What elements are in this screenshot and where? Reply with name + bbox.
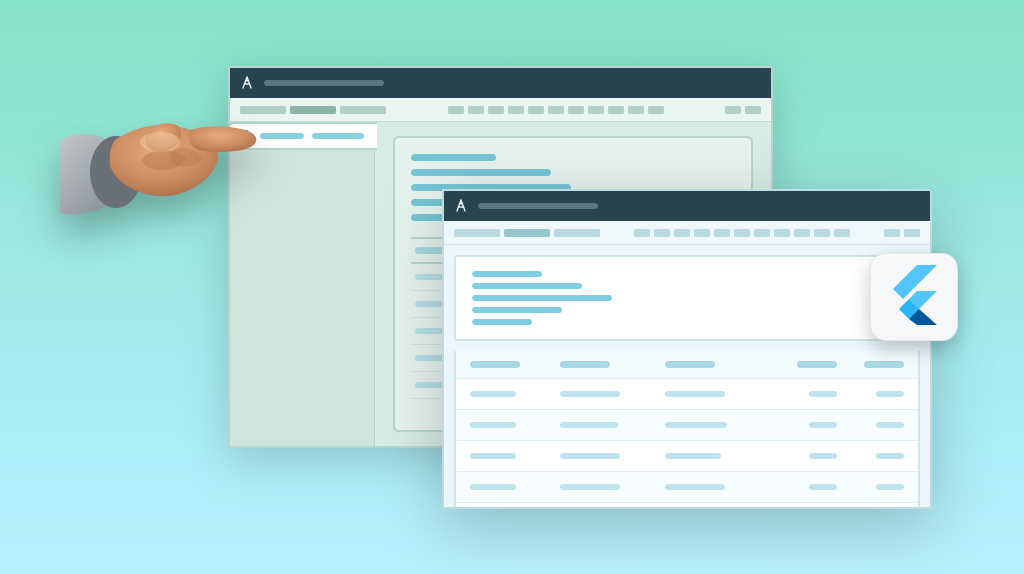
table-header: [456, 351, 918, 378]
titlebar: [230, 68, 771, 98]
toolbar-button[interactable]: [548, 106, 564, 114]
toolbar-left-group: [240, 106, 386, 114]
cell-placeholder: [809, 391, 837, 397]
title-placeholder: [478, 203, 598, 209]
toolbar-button[interactable]: [448, 106, 464, 114]
titlebar: [444, 191, 930, 221]
lock-icon: [240, 129, 252, 143]
cell-placeholder: [876, 391, 904, 397]
cell-placeholder: [470, 391, 516, 397]
toolbar-item[interactable]: [454, 229, 500, 237]
column-header: [797, 361, 837, 368]
cell-placeholder: [470, 484, 516, 490]
toolbar-button[interactable]: [508, 106, 524, 114]
cell-placeholder: [809, 422, 837, 428]
column-header: [470, 361, 520, 368]
cell-placeholder: [470, 422, 516, 428]
text-placeholder: [411, 169, 551, 176]
toolbar-item[interactable]: [504, 229, 550, 237]
toolbar-left-group: [454, 229, 600, 237]
toolbar-button[interactable]: [734, 229, 750, 237]
toolbar-button[interactable]: [634, 229, 650, 237]
toolbar-button[interactable]: [714, 229, 730, 237]
cell-placeholder: [665, 422, 727, 428]
toolbar-right-group: [448, 106, 664, 114]
toolbar: [444, 221, 930, 245]
table-row: [456, 378, 918, 409]
table-row: [456, 502, 918, 507]
toolbar-button[interactable]: [608, 106, 624, 114]
table: [454, 351, 920, 507]
table-row: [456, 471, 918, 502]
text-placeholder: [472, 319, 532, 325]
toolbar-button[interactable]: [754, 229, 770, 237]
cell-placeholder: [876, 453, 904, 459]
cell-placeholder: [470, 453, 516, 459]
toolbar-item[interactable]: [340, 106, 386, 114]
flutter-logo-badge: [870, 253, 958, 341]
toolbar-item[interactable]: [554, 229, 600, 237]
toolbar-button[interactable]: [745, 106, 761, 114]
cell-placeholder: [876, 484, 904, 490]
cell-placeholder: [560, 422, 618, 428]
column-header: [560, 361, 610, 368]
column-header: [864, 361, 904, 368]
heading-placeholder: [472, 271, 542, 277]
sidebar-tab-secure[interactable]: [228, 122, 377, 150]
table-row: [456, 409, 918, 440]
toolbar-right-group: [634, 229, 850, 237]
foreground-app-window: [442, 189, 932, 509]
toolbar-item[interactable]: [240, 106, 286, 114]
text-placeholder: [472, 307, 562, 313]
cell-placeholder: [560, 453, 620, 459]
toolbar-button[interactable]: [884, 229, 900, 237]
toolbar-button[interactable]: [774, 229, 790, 237]
cell-placeholder: [665, 453, 721, 459]
cell-placeholder: [809, 484, 837, 490]
toolbar-button[interactable]: [674, 229, 690, 237]
toolbar-end-group: [725, 106, 761, 114]
toolbar-button[interactable]: [648, 106, 664, 114]
cell-placeholder: [809, 453, 837, 459]
toolbar-button[interactable]: [528, 106, 544, 114]
toolbar-end-group: [884, 229, 920, 237]
toolbar-button[interactable]: [904, 229, 920, 237]
title-placeholder: [264, 80, 384, 86]
cell-placeholder: [665, 484, 725, 490]
table-row: [456, 440, 918, 471]
tab-label-placeholder: [312, 133, 364, 139]
toolbar-button[interactable]: [654, 229, 670, 237]
sidebar: [230, 122, 375, 446]
toolbar-button[interactable]: [588, 106, 604, 114]
heading-placeholder: [411, 154, 496, 161]
toolbar-button[interactable]: [814, 229, 830, 237]
header-card: [454, 255, 920, 341]
toolbar-button[interactable]: [794, 229, 810, 237]
flutter-logo-icon: [889, 265, 939, 330]
cell-placeholder: [560, 391, 620, 397]
toolbar-button[interactable]: [694, 229, 710, 237]
cell-placeholder: [665, 391, 725, 397]
cell-placeholder: [876, 422, 904, 428]
app-logo-icon: [240, 76, 254, 90]
toolbar-button[interactable]: [468, 106, 484, 114]
column-header: [665, 361, 715, 368]
text-placeholder: [472, 283, 582, 289]
text-placeholder: [472, 295, 612, 301]
cell-placeholder: [560, 484, 620, 490]
toolbar-button[interactable]: [568, 106, 584, 114]
app-logo-icon: [454, 199, 468, 213]
toolbar-button[interactable]: [834, 229, 850, 237]
toolbar-button[interactable]: [488, 106, 504, 114]
toolbar-button[interactable]: [725, 106, 741, 114]
tab-label-placeholder: [260, 133, 304, 139]
toolbar: [230, 98, 771, 122]
content-area: [444, 245, 930, 507]
toolbar-item[interactable]: [290, 106, 336, 114]
toolbar-button[interactable]: [628, 106, 644, 114]
